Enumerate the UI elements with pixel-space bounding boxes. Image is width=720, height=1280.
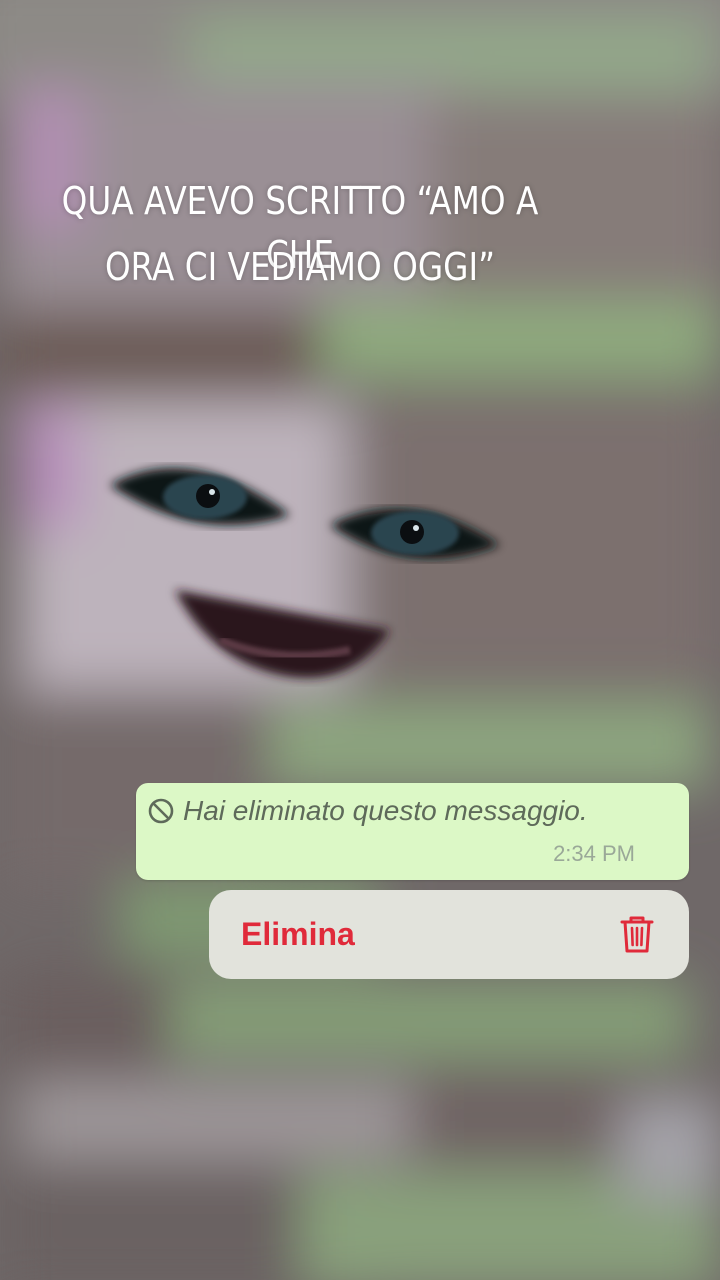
message-timestamp: 2:34 PM	[553, 841, 635, 866]
delete-label: Elimina	[241, 916, 355, 952]
trash-icon	[619, 914, 655, 954]
ban-icon	[147, 797, 175, 825]
deleted-message-bubble[interactable]: Hai eliminato questo messaggio. 2:34 PM	[136, 783, 689, 880]
mouth	[175, 590, 390, 678]
story-caption-line-2: ORA CI VEDIAMO OGGI”	[104, 245, 496, 289]
delete-menu-item[interactable]: Elimina	[209, 890, 689, 979]
deleted-message-text: Hai eliminato questo messaggio.	[183, 795, 588, 826]
